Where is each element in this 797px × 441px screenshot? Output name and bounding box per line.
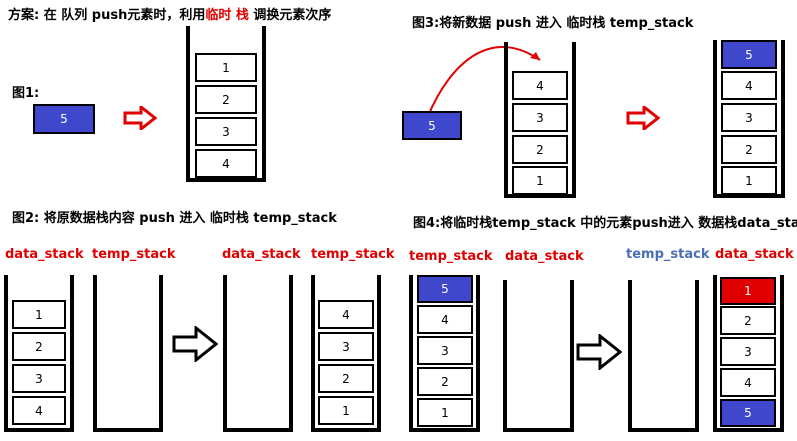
fig3-arrow-icon [626, 106, 660, 130]
fig2-temp-item: 1 [318, 396, 374, 425]
fig4-temp-item: 5 [417, 275, 473, 303]
fig1-stack-item: 3 [195, 117, 257, 146]
fig2-temp-item: 3 [318, 332, 374, 361]
fig3-after-item: 5 [721, 40, 777, 69]
fig4-temp-item: 4 [417, 305, 473, 334]
fig2-data-item: 2 [12, 332, 66, 361]
fig1-stack-item: 1 [195, 53, 257, 82]
fig4-label-temp-stack: temp_stack [409, 249, 493, 264]
fig2-label-temp-stack: temp_stack [92, 247, 176, 262]
fig4-temp-item: 3 [417, 336, 473, 365]
fig1-stack-item: 2 [195, 85, 257, 114]
fig2-label-temp-stack-after: temp_stack [311, 247, 395, 262]
fig2-temp-item: 2 [318, 364, 374, 393]
fig4-arrow-icon [576, 334, 622, 370]
fig2-label-data-stack-after: data_stack [222, 247, 301, 262]
fig4-data-stack-before [503, 280, 574, 432]
fig3-after-item: 1 [721, 166, 777, 195]
fig2-temp-stack-before [93, 275, 163, 432]
fig3-before-item: 4 [512, 71, 568, 100]
fig2-label-data-stack: data_stack [5, 247, 84, 262]
fig4-temp-item: 2 [417, 367, 473, 396]
fig3-new-item: 5 [402, 111, 462, 140]
fig3-before-item: 1 [512, 166, 568, 195]
fig3-before-item: 2 [512, 135, 568, 164]
plan-title-highlight: 临时 栈 [205, 8, 249, 23]
fig2-arrow-icon [172, 326, 218, 362]
fig2-data-stack-after [223, 275, 293, 432]
fig4-data-item: 3 [720, 337, 776, 366]
fig1-new-item: 5 [33, 104, 95, 134]
fig2-title: 图2: 将原数据栈内容 push 进入 临时栈 temp_stack [12, 211, 337, 226]
fig4-data-item: 4 [720, 368, 776, 397]
fig1-label: 图1: [12, 86, 40, 101]
fig2-data-item: 4 [12, 396, 66, 425]
plan-title-suffix: 调换元素次序 [248, 8, 332, 23]
fig4-data-item: 2 [720, 306, 776, 335]
fig4-data-item: 5 [720, 399, 776, 427]
fig4-data-item: 1 [720, 277, 776, 305]
fig3-after-item: 2 [721, 135, 777, 164]
fig4-temp-item: 1 [417, 398, 473, 427]
fig4-title: 图4:将临时栈temp_stack 中的元素push进入 数据栈data_sta… [413, 216, 797, 231]
fig2-temp-item: 4 [318, 300, 374, 329]
fig2-data-item: 3 [12, 364, 66, 393]
fig3-before-item: 3 [512, 103, 568, 132]
fig1-arrow-icon [123, 106, 157, 130]
fig4-label-temp-stack-after: temp_stack [626, 247, 710, 262]
fig4-label-data-stack-after: data_stack [715, 247, 794, 262]
fig3-after-item: 4 [721, 71, 777, 100]
fig4-label-data-stack: data_stack [505, 249, 584, 264]
plan-title-prefix: 方案: 在 队列 push元素时，利用 [8, 8, 206, 23]
plan-title: 方案: 在 队列 push元素时，利用临时 栈 调换元素次序 [8, 4, 331, 23]
fig1-stack-item: 4 [195, 149, 257, 178]
fig2-data-item: 1 [12, 300, 66, 329]
fig3-after-item: 3 [721, 103, 777, 132]
fig4-temp-stack-after [628, 280, 699, 432]
